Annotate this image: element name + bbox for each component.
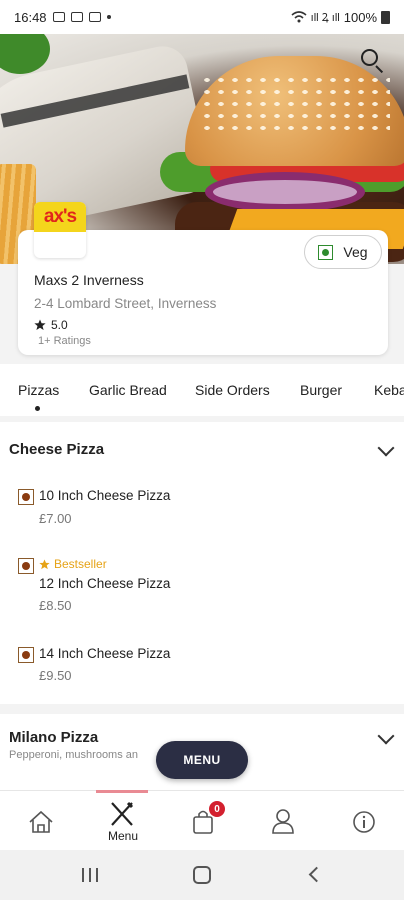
restaurant-logo: ax's [34, 202, 86, 258]
recent-apps-icon[interactable] [82, 868, 98, 882]
more-notifications-icon [106, 15, 111, 19]
section-title: Cheese Pizza [9, 441, 105, 458]
veg-filter-toggle[interactable]: Veg [304, 235, 382, 269]
restaurant-address: 2-4 Lombard Street, Inverness [34, 296, 217, 311]
status-bar: 16:48 ıll Ꝝ ıll 100% [0, 0, 404, 34]
veg-label: Veg [343, 244, 368, 260]
back-icon[interactable] [308, 866, 325, 883]
restaurant-name: Maxs 2 Inverness [34, 272, 144, 288]
tab-kebab[interactable]: Keba [374, 382, 404, 398]
section-title: Milano Pizza [9, 729, 99, 746]
cart-count-badge: 0 [209, 801, 225, 817]
tab-side-orders[interactable]: Side Orders [195, 382, 270, 398]
gallery-icon [52, 12, 65, 22]
chevron-down-icon[interactable] [376, 732, 396, 746]
mail-icon [88, 12, 101, 22]
item-name: 12 Inch Cheese Pizza [39, 576, 171, 591]
active-nav-indicator [96, 790, 148, 793]
system-navigation-bar [0, 850, 404, 900]
non-veg-icon [18, 647, 34, 663]
non-veg-icon [18, 489, 34, 505]
fork-knife-icon[interactable] [108, 800, 136, 828]
wifi-icon [291, 11, 307, 23]
active-tab-indicator [35, 406, 40, 411]
search-icon[interactable] [358, 46, 388, 76]
signal-indicator: ıll Ꝝ ıll [310, 11, 340, 24]
battery-icon [381, 10, 390, 24]
restaurant-info-card: ax's Veg Maxs 2 Inverness 2-4 Lombard St… [18, 202, 388, 355]
home-icon[interactable] [28, 810, 54, 834]
veg-icon [318, 244, 334, 260]
item-name: 14 Inch Cheese Pizza [39, 646, 171, 661]
star-icon [34, 319, 46, 330]
chevron-down-icon[interactable] [376, 444, 396, 458]
star-icon [39, 558, 50, 569]
rating-value: 5.0 [51, 318, 68, 332]
item-price: £9.50 [39, 668, 72, 683]
status-time: 16:48 [14, 9, 47, 25]
menu-section-cheese-pizza: Cheese Pizza 10 Inch Cheese Pizza £7.00 … [0, 422, 404, 704]
bottom-navigation: Menu 0 [0, 790, 404, 850]
tab-burger[interactable]: Burger [300, 382, 342, 398]
home-button-icon[interactable] [193, 866, 211, 884]
section-description: Pepperoni, mushrooms an [9, 749, 139, 761]
tab-pizzas[interactable]: Pizzas [18, 382, 59, 398]
category-tabs: Pizzas Garlic Bread Side Orders Burger K… [0, 364, 404, 416]
notification-icon [70, 12, 83, 22]
menu-button[interactable]: MENU [156, 741, 248, 779]
item-price: £8.50 [39, 598, 72, 613]
tab-garlic-bread[interactable]: Garlic Bread [89, 382, 167, 398]
user-icon[interactable] [271, 808, 295, 834]
ratings-count: 1+ Ratings [38, 335, 91, 347]
battery-percent: 100% [343, 9, 377, 25]
bestseller-tag: Bestseller [39, 557, 107, 571]
info-icon[interactable] [352, 810, 376, 834]
item-price: £7.00 [39, 511, 72, 526]
nav-menu-label[interactable]: Menu [108, 829, 138, 843]
item-name: 10 Inch Cheese Pizza [39, 488, 171, 503]
rating: 5.0 [34, 318, 68, 332]
non-veg-icon [18, 558, 34, 574]
